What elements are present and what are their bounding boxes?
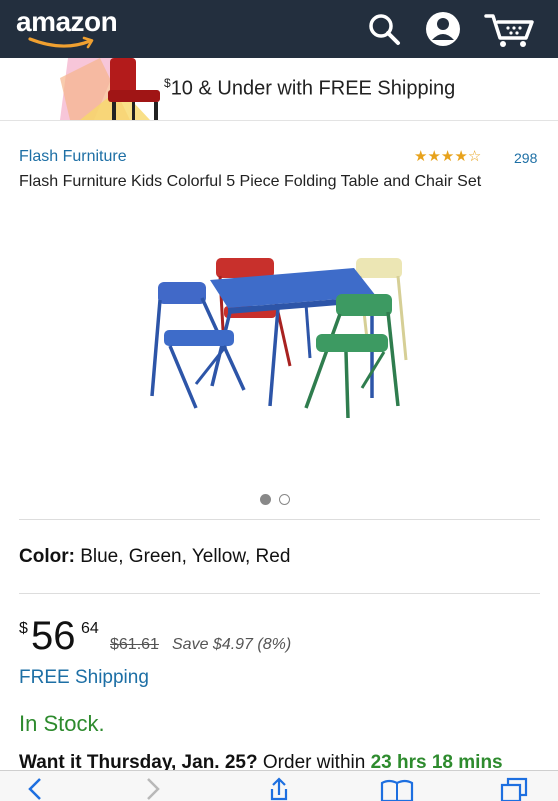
banner-text: $10 & Under with FREE Shipping [164, 76, 455, 101]
top-nav-bar: amazon [0, 0, 558, 58]
amazon-logo[interactable]: amazon [16, 6, 118, 38]
brand-link[interactable]: Flash Furniture [19, 148, 127, 166]
promo-banner[interactable]: $10 & Under with FREE Shipping [0, 58, 558, 121]
price-whole: 56 [31, 614, 76, 658]
search-icon[interactable] [365, 10, 403, 48]
price-fraction: 64 [81, 620, 99, 637]
cart-icon[interactable] [484, 10, 536, 48]
star-icon: ★ [440, 148, 455, 165]
divider [19, 519, 540, 520]
pager-dot[interactable] [279, 494, 290, 505]
share-icon[interactable] [266, 777, 292, 801]
stock-status: In Stock. [19, 711, 105, 736]
account-icon[interactable] [424, 10, 462, 48]
pager-dot-active[interactable] [260, 494, 271, 505]
divider [19, 593, 540, 594]
forward-icon[interactable] [144, 777, 164, 801]
bookmarks-icon[interactable] [380, 777, 414, 801]
product-image[interactable] [140, 248, 420, 424]
color-value: Blue, Green, Yellow, Red [80, 546, 291, 567]
review-count-link[interactable]: 298 [514, 150, 537, 166]
free-shipping-link[interactable]: FREE Shipping [19, 667, 149, 689]
color-label: Color: [19, 546, 75, 567]
image-pager[interactable] [260, 492, 298, 510]
color-selector[interactable]: Color: Blue, Green, Yellow, Red [19, 546, 290, 568]
star-icon: ★ [454, 148, 468, 165]
list-price: $61.61 [110, 636, 159, 653]
tabs-icon[interactable] [498, 777, 528, 801]
star-empty-icon: ☆ [467, 148, 482, 165]
browser-toolbar [0, 770, 558, 801]
amazon-smile-icon [28, 36, 94, 49]
banner-label: 10 & Under with FREE Shipping [170, 77, 456, 100]
back-icon[interactable] [24, 777, 44, 801]
price-currency: $ [19, 620, 28, 637]
savings-text: Save $4.97 (8%) [172, 636, 292, 653]
rating-stars[interactable]: ★★★★☆ [414, 147, 481, 165]
banner-currency: $ [164, 76, 171, 90]
star-icon: ★ [427, 148, 441, 165]
product-title: Flash Furniture Kids Colorful 5 Piece Fo… [19, 173, 482, 190]
star-icon: ★ [414, 148, 428, 165]
